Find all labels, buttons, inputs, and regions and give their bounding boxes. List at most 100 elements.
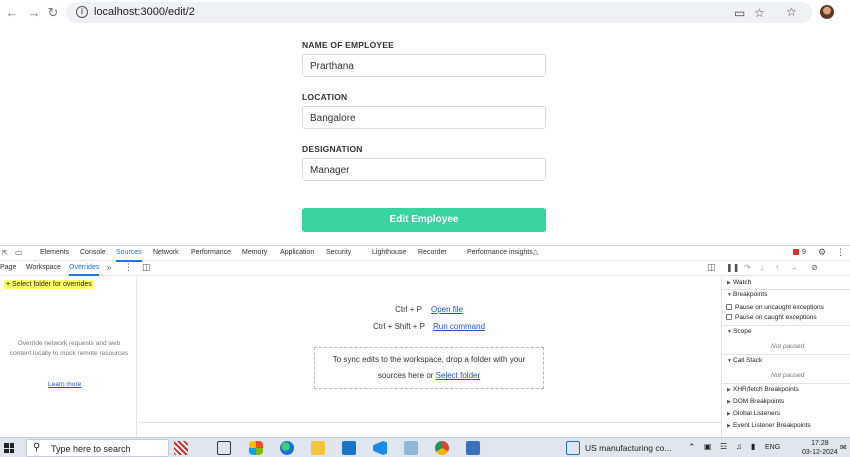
xhr-breakpoints-section[interactable]: ▶ XHR/fetch Breakpoints (727, 386, 799, 393)
system-clock[interactable]: 17:28 03-12-2024 (802, 439, 838, 457)
learn-more-link[interactable]: Learn more (48, 381, 81, 388)
forward-icon[interactable]: → (26, 5, 42, 21)
name-label: NAME OF EMPLOYEE (302, 40, 394, 50)
event-listener-breakpoints-section[interactable]: ▶ Event Listener Breakpoints (727, 422, 811, 429)
tab-network[interactable]: Network (153, 249, 179, 256)
tab-sources[interactable]: Sources (116, 249, 142, 262)
language-indicator[interactable]: ENG (765, 444, 780, 451)
bookmark-star-icon[interactable]: ☆ (754, 6, 765, 20)
devtools-panel: ⇱ ▭ Elements Console Sources Network Per… (0, 245, 850, 438)
step-icon[interactable]: → (790, 263, 798, 272)
doodle-icon[interactable] (174, 441, 188, 455)
tab-recorder[interactable]: Recorder (418, 249, 447, 256)
subtab-workspace[interactable]: Workspace (26, 264, 61, 271)
mail-icon[interactable] (342, 441, 356, 455)
step-over-icon[interactable]: ↷ (744, 263, 751, 272)
editor-placeholder: Ctrl + P Open file Ctrl + Shift + P Run … (138, 277, 721, 422)
tab-application[interactable]: Application (280, 249, 314, 256)
tab-security[interactable]: Security (326, 249, 351, 256)
tab-memory[interactable]: Memory (242, 249, 267, 256)
chrome-browser-icon[interactable] (435, 441, 449, 455)
network-icon[interactable]: ▣ (704, 442, 712, 451)
file-explorer-icon[interactable] (311, 441, 325, 455)
name-input[interactable]: Prarthana (302, 54, 546, 77)
breakpoints-section[interactable]: ▼Breakpoints (727, 291, 767, 298)
windows-start-icon[interactable] (4, 443, 14, 453)
toggle-sidebar-icon[interactable]: ◫ (142, 262, 151, 273)
taskbar-search-input[interactable]: ⚲ Type here to search (26, 439, 169, 457)
designation-input[interactable]: Manager (302, 158, 546, 181)
shortcut-open-file-keys: Ctrl + P (395, 305, 422, 314)
inspect-icon[interactable]: ⇱ (2, 249, 8, 257)
copilot-icon[interactable] (249, 441, 263, 455)
vscode-icon[interactable] (373, 441, 387, 455)
navigator-menu-icon[interactable]: ⋮ (124, 262, 133, 273)
deactivate-breakpoints-icon[interactable]: ⊘ (811, 263, 818, 272)
device-toolbar-icon[interactable]: ▭ (15, 248, 23, 257)
volume-icon[interactable]: ♫ (736, 442, 742, 451)
dom-breakpoints-section[interactable]: ▶ DOM Breakpoints (727, 398, 784, 405)
address-bar[interactable]: i localhost:3000/edit/2 ▭ ☆ (66, 2, 812, 23)
divider (722, 354, 850, 355)
notifications-icon[interactable]: ✉ (840, 443, 847, 452)
shortcut-run-command-keys: Ctrl + Shift + P (372, 322, 425, 331)
global-listeners-section[interactable]: ▶ Global Listeners (727, 410, 780, 417)
open-file-link[interactable]: Open file (431, 305, 463, 314)
select-folder-button[interactable]: + Select folder for overrides (4, 280, 94, 289)
pause-caught-checkbox[interactable]: Pause on caught exceptions (726, 314, 817, 321)
clock-time: 17:28 (811, 440, 829, 447)
news-icon[interactable] (566, 441, 580, 455)
app-window-icon[interactable] (466, 441, 480, 455)
designation-label: DESIGNATION (302, 144, 363, 154)
bookmarks-icon[interactable]: ☆ (786, 5, 797, 19)
step-out-icon[interactable]: ↑ (775, 263, 779, 272)
tab-performance-insights[interactable]: Performance insights (467, 249, 533, 256)
wifi-icon[interactable]: ☲ (720, 442, 727, 451)
search-placeholder: Type here to search (51, 444, 131, 454)
scope-section[interactable]: ▼Scope (727, 328, 751, 335)
pause-uncaught-checkbox[interactable]: Pause on uncaught exceptions (726, 304, 824, 311)
devtools-tab-bar: ⇱ ▭ Elements Console Sources Network Per… (0, 246, 850, 262)
more-options-icon[interactable]: ⋮ (836, 247, 845, 258)
search-icon: ⚲ (33, 442, 41, 453)
select-folder-link[interactable]: Select folder (436, 371, 480, 380)
step-into-icon[interactable]: ↓ (760, 263, 764, 272)
add-icon: + (6, 281, 11, 288)
back-icon[interactable]: ← (4, 5, 20, 21)
tab-console[interactable]: Console (80, 249, 106, 256)
toggle-debugger-icon[interactable]: ◫ (707, 262, 716, 273)
scope-not-paused: Not paused (771, 343, 805, 350)
checkbox-icon (726, 304, 732, 310)
cast-icon[interactable]: ▭ (734, 6, 745, 20)
tab-performance[interactable]: Performance (191, 249, 231, 256)
site-info-icon[interactable]: i (76, 6, 88, 18)
tab-lighthouse[interactable]: Lighthouse (372, 249, 406, 256)
overrides-navigator: + Select folder for overrides Override n… (0, 277, 137, 438)
workspace-drop-zone[interactable]: To sync edits to the workspace, drop a f… (314, 347, 544, 389)
edge-browser-icon[interactable] (280, 441, 294, 455)
run-command-link[interactable]: Run command (433, 322, 485, 331)
tab-elements[interactable]: Elements (40, 249, 69, 256)
drop-text-line-2: sources here or Select folder (377, 371, 481, 380)
subtab-page[interactable]: Page (0, 264, 16, 271)
pause-icon[interactable]: ❚❚ (726, 263, 739, 272)
issues-icon[interactable] (793, 249, 799, 255)
settings-gear-icon[interactable]: ⚙ (818, 247, 826, 258)
profile-avatar[interactable] (820, 5, 834, 19)
chevron-up-icon[interactable]: ⌃ (688, 442, 696, 453)
edit-employee-button[interactable]: Edit Employee (302, 208, 546, 232)
reload-icon[interactable]: ↻ (45, 5, 61, 21)
more-tabs-chevron-icon[interactable]: » (107, 263, 111, 272)
clock-date: 03-12-2024 (802, 449, 838, 456)
editor-status-bar (138, 422, 721, 438)
watch-section[interactable]: ▶ Watch (727, 279, 751, 286)
location-input[interactable]: Bangalore (302, 106, 546, 129)
task-view-icon[interactable] (217, 441, 231, 455)
battery-icon[interactable]: ▮ (751, 442, 755, 451)
drop-text-line-1: To sync edits to the workspace, drop a f… (332, 355, 526, 364)
news-widget-text[interactable]: US manufacturing co... (585, 443, 671, 453)
issues-count: 9 (802, 249, 806, 256)
subtab-overrides[interactable]: Overrides (69, 264, 100, 276)
app-icon[interactable] (404, 441, 418, 455)
call-stack-section[interactable]: ▼Call Stack (727, 357, 762, 364)
